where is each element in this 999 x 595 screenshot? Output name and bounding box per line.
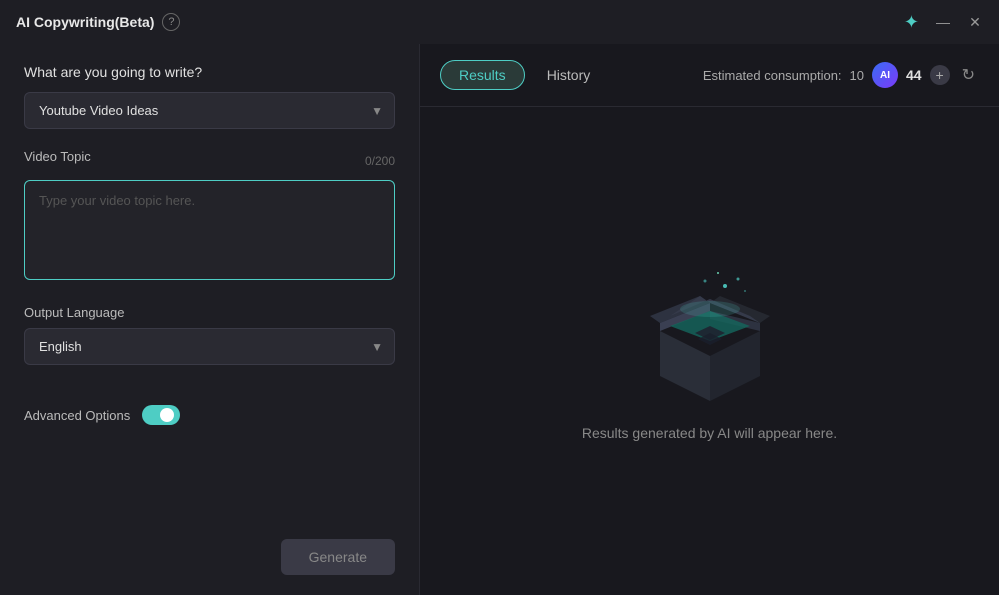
language-select[interactable]: English Spanish French German Chinese [24,328,395,365]
title-bar-left: AI Copywriting(Beta) ? [16,13,180,31]
video-topic-section: Video Topic 0/200 [24,149,395,285]
title-bar: AI Copywriting(Beta) ? ✦ — ✕ [0,0,999,44]
video-topic-input[interactable] [24,180,395,280]
star-icon[interactable]: ✦ [904,12,919,33]
refresh-button[interactable]: ↻ [958,61,979,89]
ai-badge: AI [872,62,898,88]
content-type-wrapper: Youtube Video Ideas Blog Post Product De… [24,92,395,129]
minimize-button[interactable]: — [935,14,951,30]
right-header: Results History Estimated consumption: 1… [420,44,999,107]
output-language-section: Output Language English Spanish French G… [24,305,395,385]
estimated-consumption-label: Estimated consumption: [703,68,842,83]
generate-button[interactable]: Generate [281,539,395,575]
consumption-info: Estimated consumption: 10 AI 44 + ↻ [703,61,979,89]
right-panel: Results History Estimated consumption: 1… [420,44,999,595]
advanced-options-toggle[interactable] [142,405,180,425]
char-count: 0/200 [365,154,395,168]
left-panel: What are you going to write? Youtube Vid… [0,44,420,595]
what-to-write-label: What are you going to write? [24,64,395,80]
credit-count: 44 [906,67,922,83]
close-button[interactable]: ✕ [967,14,983,30]
empty-state-illustration [630,261,790,401]
help-icon[interactable]: ? [162,13,180,31]
advanced-options-row: Advanced Options [24,405,395,425]
output-language-label: Output Language [24,305,395,320]
add-credits-button[interactable]: + [930,65,950,85]
app-title: AI Copywriting(Beta) [16,14,154,30]
right-content-empty-state: Results generated by AI will appear here… [420,107,999,595]
estimated-consumption-value: 10 [850,68,864,83]
tab-history[interactable]: History [529,60,609,90]
textarea-header: Video Topic 0/200 [24,149,395,172]
empty-state-message: Results generated by AI will appear here… [582,425,837,441]
video-topic-label: Video Topic [24,149,91,164]
language-select-wrapper: English Spanish French German Chinese ▼ [24,328,395,365]
tabs: Results History [440,60,608,90]
content-type-select[interactable]: Youtube Video Ideas Blog Post Product De… [24,92,395,129]
tab-results[interactable]: Results [440,60,525,90]
toggle-slider [142,405,180,425]
main-layout: What are you going to write? Youtube Vid… [0,44,999,595]
title-bar-right: ✦ — ✕ [904,12,983,33]
advanced-options-label: Advanced Options [24,408,130,423]
